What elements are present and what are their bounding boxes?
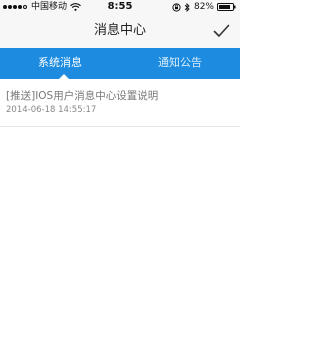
message-title: [推送]IOS用户消息中心设置说明 bbox=[6, 90, 159, 102]
orientation-lock-icon bbox=[172, 2, 181, 12]
screen: 中国移动 8:55 82% 消息中心 系统消息 通知公告 [推送]IOS用户消息… bbox=[0, 0, 240, 360]
battery-percentage: 82% bbox=[193, 2, 214, 12]
checkmark-icon bbox=[213, 24, 229, 37]
status-bar: 中国移动 8:55 82% bbox=[0, 0, 240, 14]
navigation-bar: 消息中心 bbox=[0, 14, 240, 48]
page-title: 消息中心 bbox=[93, 23, 146, 38]
done-button[interactable] bbox=[208, 18, 234, 44]
list-item[interactable]: [推送]IOS用户消息中心设置说明 2014-06-18 14:55:17 bbox=[0, 79, 240, 127]
bluetooth-icon bbox=[184, 2, 190, 12]
battery-icon bbox=[217, 3, 236, 11]
message-list: [推送]IOS用户消息中心设置说明 2014-06-18 14:55:17 bbox=[0, 79, 240, 127]
status-right: 82% bbox=[172, 0, 236, 14]
tab-announcements[interactable]: 通知公告 bbox=[120, 48, 240, 79]
tab-bar: 系统消息 通知公告 bbox=[0, 48, 240, 79]
message-timestamp: 2014-06-18 14:55:17 bbox=[6, 105, 97, 115]
